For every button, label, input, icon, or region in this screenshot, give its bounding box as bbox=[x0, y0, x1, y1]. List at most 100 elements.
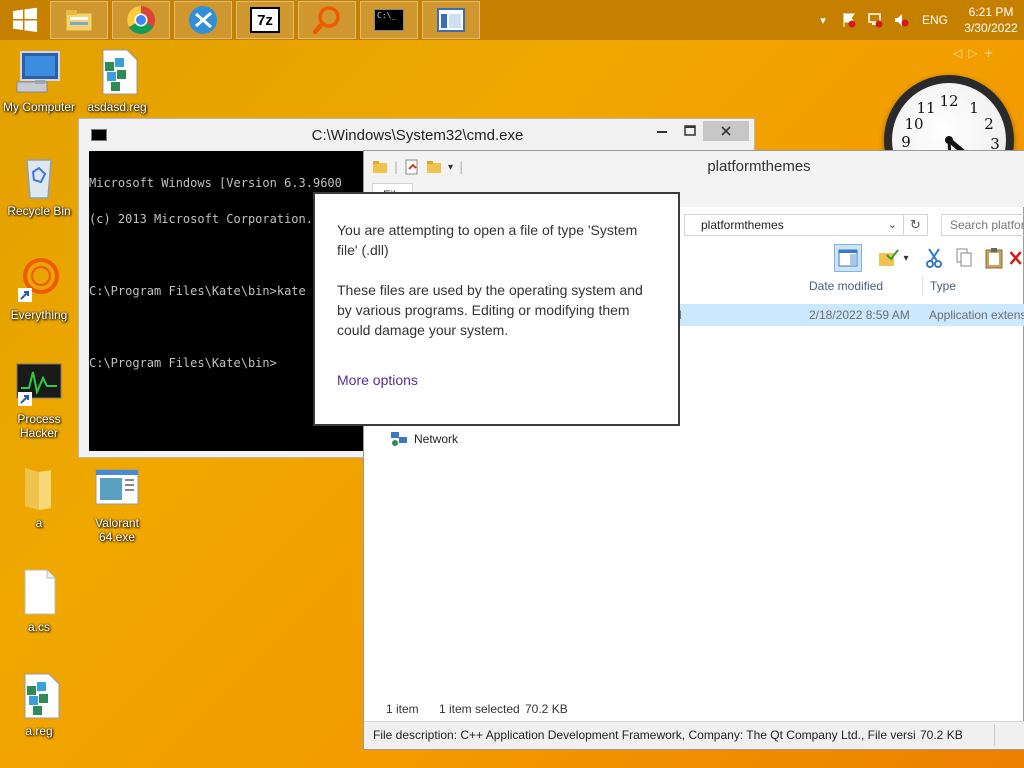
taskbar-7zip[interactable]: 7z bbox=[236, 1, 294, 39]
magnifier-icon bbox=[312, 6, 340, 35]
copy-button[interactable] bbox=[950, 244, 978, 272]
desktop-icon-label: Process Hacker bbox=[17, 412, 61, 440]
network-icon bbox=[391, 432, 407, 446]
file-description-size: 70.2 KB bbox=[920, 728, 963, 742]
desktop-icon-label: a.cs bbox=[27, 620, 50, 634]
network-status-icon[interactable] bbox=[865, 10, 885, 30]
taskbar-chrome[interactable] bbox=[112, 1, 170, 39]
explorer-title: platformthemes bbox=[707, 158, 811, 175]
search-input[interactable]: Search platfor bbox=[941, 214, 1024, 236]
cmd-title-bar[interactable]: C:\Windows\System32\cmd.exe bbox=[79, 119, 754, 151]
taskbar-command-prompt[interactable]: C:\_ bbox=[360, 1, 418, 39]
clock-number-10: 10 bbox=[904, 115, 923, 133]
file-description-bar: File description: C++ Application Develo… bbox=[364, 721, 1024, 749]
gadget-controls: ◁ ▷ + bbox=[953, 46, 994, 60]
computer-icon bbox=[15, 48, 63, 96]
gadget-previous-icon[interactable]: ◁ bbox=[953, 46, 962, 60]
open-folder-dropdown[interactable]: ▾ bbox=[898, 244, 914, 272]
desktop-icon-folder-a[interactable]: a bbox=[0, 464, 78, 530]
gadget-next-icon[interactable]: ▷ bbox=[968, 46, 977, 60]
paste-icon bbox=[985, 248, 1003, 269]
file-row[interactable]: l 2/18/2022 8:59 AM Application extens bbox=[664, 304, 1024, 326]
start-button[interactable] bbox=[0, 0, 50, 40]
show-hidden-icons-icon[interactable]: ▾ bbox=[813, 10, 833, 30]
clock-number-1: 1 bbox=[969, 99, 979, 117]
desktop-icon-label: Everything bbox=[10, 308, 68, 322]
address-history-dropdown-icon[interactable]: ⌄ bbox=[888, 218, 897, 231]
explorer-title-bar[interactable]: | ▾ | platformthemes bbox=[364, 151, 1024, 183]
copy-icon bbox=[956, 248, 972, 267]
desktop-icon-label: asdasd.reg bbox=[87, 100, 147, 114]
more-options-link[interactable]: More options bbox=[337, 370, 418, 390]
desktop-icon-asdasd-reg[interactable]: asdasd.reg bbox=[78, 48, 156, 114]
file-date-modified: 2/18/2022 8:59 AM bbox=[809, 308, 910, 322]
clock-number-12: 12 bbox=[939, 92, 958, 110]
status-size: 70.2 KB bbox=[525, 702, 568, 716]
address-path: platformthemes bbox=[701, 218, 784, 232]
recycle-bin-icon bbox=[15, 152, 63, 200]
file-type: Application extens bbox=[929, 308, 1024, 322]
input-language[interactable]: ENG bbox=[922, 13, 948, 27]
column-type[interactable]: Type bbox=[930, 279, 956, 293]
taskbar-kate[interactable] bbox=[174, 1, 232, 39]
preview-pane-button[interactable] bbox=[834, 244, 862, 272]
nav-label: Network bbox=[414, 432, 459, 446]
process-hacker-icon bbox=[15, 360, 63, 408]
gadget-add-icon[interactable]: + bbox=[983, 46, 993, 60]
delete-button[interactable] bbox=[1008, 244, 1024, 272]
column-headers: Date modified Type bbox=[794, 276, 1024, 298]
desktop-icon-a-cs[interactable]: a.cs bbox=[0, 568, 78, 634]
delete-icon bbox=[1009, 251, 1022, 265]
desktop-icon-recycle-bin[interactable]: Recycle Bin bbox=[0, 152, 78, 218]
maximize-button[interactable] bbox=[675, 121, 705, 141]
action-center-icon[interactable] bbox=[839, 10, 859, 30]
windows-logo-icon bbox=[13, 7, 37, 32]
column-divider[interactable] bbox=[922, 276, 923, 296]
status-bar: 1 item 1 item selected 70.2 KB bbox=[364, 700, 1024, 720]
desktop-icon-a-reg[interactable]: a.reg bbox=[0, 672, 78, 738]
status-item-count: 1 item bbox=[386, 702, 419, 716]
explorer-toolbar: ▾ bbox=[834, 241, 1024, 275]
taskbar-file-explorer[interactable] bbox=[50, 1, 108, 39]
7zip-icon: 7z bbox=[250, 7, 280, 33]
desktop-icon-valorant[interactable]: Valorant 64.exe bbox=[78, 464, 156, 544]
preview-pane-icon bbox=[838, 249, 858, 267]
cut-button[interactable] bbox=[920, 244, 948, 272]
refresh-button[interactable]: ↻ bbox=[904, 214, 928, 236]
folder-icon bbox=[65, 10, 93, 32]
window-icon bbox=[437, 8, 465, 32]
dialog-warning: These files are used by the operating sy… bbox=[337, 282, 643, 338]
folder-icon bbox=[15, 464, 63, 512]
folder-check-icon bbox=[879, 249, 899, 266]
address-bar[interactable]: platformthemes ⌄ bbox=[684, 214, 904, 236]
clock-time: 6:21 PM bbox=[968, 5, 1014, 19]
dialog-message: You are attempting to open a file of typ… bbox=[337, 222, 638, 258]
document-icon bbox=[15, 568, 63, 616]
desktop-icon-label: My Computer bbox=[2, 100, 76, 114]
minimize-icon bbox=[657, 131, 667, 133]
open-file-warning-dialog[interactable]: You are attempting to open a file of typ… bbox=[313, 192, 680, 426]
kate-icon bbox=[189, 6, 217, 34]
clock-number-2: 2 bbox=[984, 115, 994, 133]
description-divider bbox=[994, 724, 995, 746]
taskbar-window-app[interactable] bbox=[422, 1, 480, 39]
taskbar-clock[interactable]: 6:21 PM 3/30/2022 bbox=[958, 4, 1024, 36]
desktop-icon-label: Recycle Bin bbox=[7, 204, 71, 218]
minimize-button[interactable] bbox=[647, 121, 677, 141]
nav-item-network[interactable]: Network bbox=[390, 431, 458, 447]
desktop-icon-my-computer[interactable]: My Computer bbox=[0, 48, 78, 114]
taskbar-everything[interactable] bbox=[298, 1, 356, 39]
registry-file-icon bbox=[15, 672, 63, 720]
file-description: File description: C++ Application Develo… bbox=[373, 728, 915, 742]
volume-muted-icon[interactable] bbox=[891, 10, 911, 30]
desktop-icon-everything[interactable]: Everything bbox=[0, 256, 78, 322]
desktop-icon-label: a bbox=[35, 516, 43, 530]
desktop-icon-process-hacker[interactable]: Process Hacker bbox=[0, 360, 78, 440]
registry-file-icon bbox=[93, 48, 141, 96]
application-icon bbox=[93, 464, 141, 512]
chrome-icon bbox=[127, 6, 155, 34]
column-date-modified[interactable]: Date modified bbox=[809, 279, 883, 293]
system-tray: ▾ ENG 6:21 PM 3/30/2022 bbox=[810, 0, 1024, 40]
paste-button[interactable] bbox=[980, 244, 1008, 272]
close-button[interactable] bbox=[703, 121, 749, 141]
